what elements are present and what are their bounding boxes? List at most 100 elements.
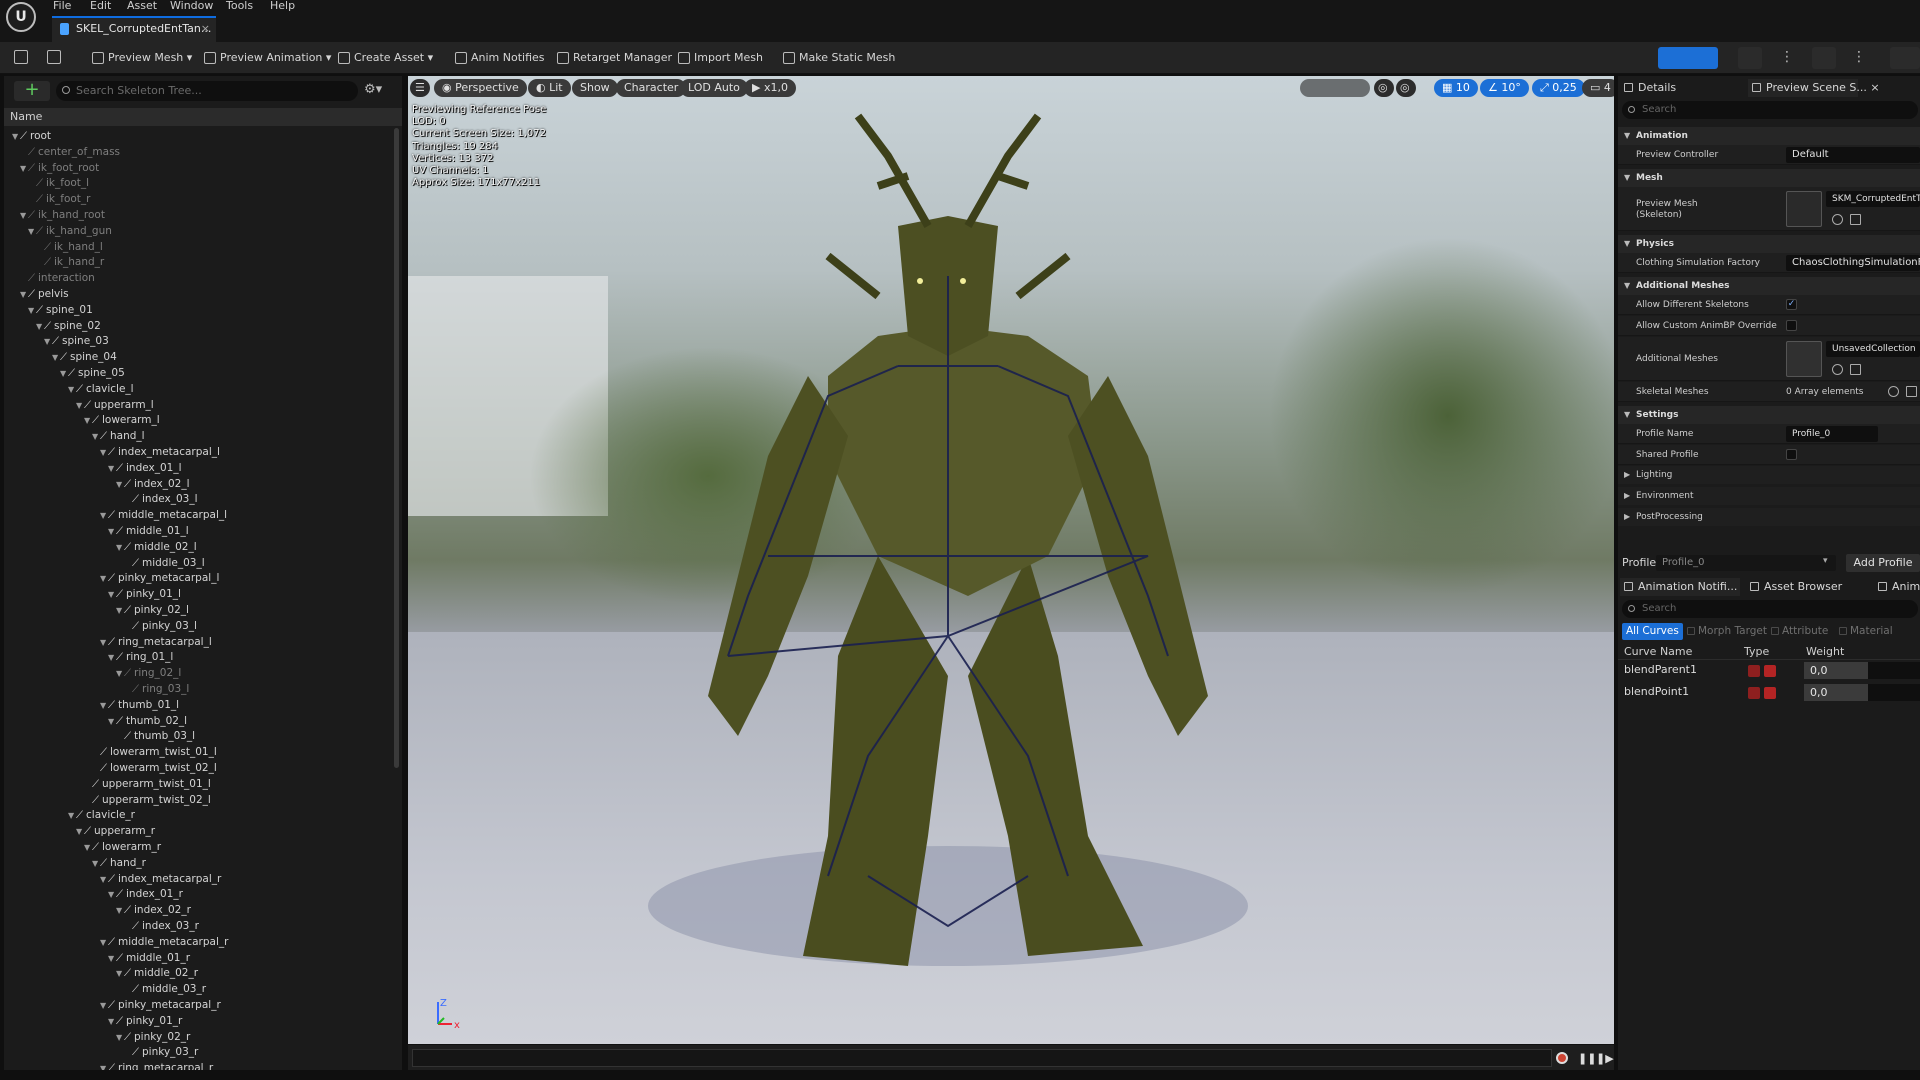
bone-row[interactable]: ▼ ⟋ middle_02_l xyxy=(116,539,197,555)
camera-speed-button[interactable]: ▭ 4 xyxy=(1582,79,1614,97)
chevron-down-icon[interactable]: ▼ xyxy=(52,350,60,366)
preview-controller-select[interactable]: Default xyxy=(1786,147,1920,163)
preview-animation-button[interactable]: Preview Animation ▾ xyxy=(202,48,331,68)
timeline-scrubber[interactable] xyxy=(412,1049,1552,1067)
retarget-manager-button[interactable]: Retarget Manager xyxy=(555,48,672,68)
reset-icon[interactable] xyxy=(1832,364,1843,375)
bone-row[interactable]: ▼ ⟋ clavicle_r xyxy=(68,807,135,823)
preview-viewport[interactable]: ☰ ◉ Perspective ◐ Lit Show Character LOD… xyxy=(408,76,1614,1044)
bone-row[interactable]: ▼ ⟋ index_metacarpal_r xyxy=(100,871,221,887)
create-asset-button[interactable]: Create Asset ▾ xyxy=(336,48,433,68)
category-environment[interactable]: ▶ Environment xyxy=(1618,487,1920,505)
bone-row[interactable]: ⟋ upperarm_twist_01_l xyxy=(84,776,211,792)
curves-search-input[interactable]: Search xyxy=(1622,600,1918,618)
unreal-logo[interactable]: U xyxy=(6,2,36,32)
bone-row[interactable]: ⟋ lowerarm_twist_02_l xyxy=(92,760,217,776)
chevron-down-icon[interactable]: ▼ xyxy=(108,714,116,730)
more-options-icon[interactable]: ⋮ xyxy=(1780,50,1794,64)
details-search-input[interactable]: Search xyxy=(1622,101,1918,119)
tab-preview-scene[interactable]: Preview Scene S... × xyxy=(1748,79,1880,97)
collection-thumbnail[interactable] xyxy=(1786,341,1822,377)
shared-profile-checkbox[interactable] xyxy=(1786,449,1797,460)
chevron-down-icon[interactable]: ▼ xyxy=(36,319,44,335)
bone-row[interactable]: ⟋ middle_03_l xyxy=(124,555,205,571)
filter-attribute[interactable]: Attribute xyxy=(1768,623,1832,640)
tab-anim[interactable]: Anim xyxy=(1874,578,1920,596)
skeleton-mode-button[interactable] xyxy=(1658,47,1718,69)
bone-row[interactable]: ▼ ⟋ pinky_01_l xyxy=(108,586,181,602)
step-forward-icon[interactable]: ❚▶ xyxy=(1596,1052,1614,1065)
bone-row[interactable]: ▼ ⟋ spine_01 xyxy=(28,302,93,318)
chevron-down-icon[interactable]: ▼ xyxy=(108,887,116,903)
allow-custom-animbp-checkbox[interactable] xyxy=(1786,320,1797,331)
mesh-thumbnail[interactable] xyxy=(1786,191,1822,227)
bone-row[interactable]: ▼ ⟋ ik_foot_root xyxy=(20,160,99,176)
close-icon[interactable]: × xyxy=(201,18,210,40)
chevron-down-icon[interactable]: ▼ xyxy=(76,824,84,840)
category-mesh[interactable]: ▼ Mesh xyxy=(1618,169,1920,187)
bone-row[interactable]: ▼ ⟋ pinky_metacarpal_l xyxy=(100,570,219,586)
category-lighting[interactable]: ▶ Lighting xyxy=(1618,466,1920,484)
chevron-down-icon[interactable]: ▼ xyxy=(108,587,116,603)
menu-edit[interactable]: Edit xyxy=(90,0,111,12)
col-curve-name[interactable]: Curve Name xyxy=(1624,645,1692,658)
bone-row[interactable]: ▼ ⟋ hand_r xyxy=(92,855,146,871)
bone-row[interactable]: ▼ ⟋ index_metacarpal_l xyxy=(100,444,220,460)
chevron-down-icon[interactable]: ▼ xyxy=(116,1030,124,1046)
bone-row[interactable]: ⟋ ik_hand_r xyxy=(36,254,104,270)
pause-icon[interactable]: ❚❚ xyxy=(1578,1052,1596,1065)
scale-snap-button[interactable]: ⤢ 0,25 xyxy=(1532,79,1585,97)
category-postprocessing[interactable]: ▶ PostProcessing xyxy=(1618,508,1920,526)
chevron-down-icon[interactable]: ▼ xyxy=(100,998,108,1014)
bone-row[interactable]: ▼ ⟋ ring_01_l xyxy=(108,649,173,665)
bone-row[interactable]: ▼ ⟋ pinky_02_r xyxy=(116,1029,190,1045)
chevron-down-icon[interactable]: ▼ xyxy=(68,808,76,824)
profile-select[interactable]: Profile_0 xyxy=(1656,555,1836,571)
chevron-down-icon[interactable]: ▼ xyxy=(92,856,100,872)
chevron-down-icon[interactable]: ▼ xyxy=(60,366,68,382)
bone-row[interactable]: ▼ ⟋ index_01_r xyxy=(108,886,183,902)
menu-window[interactable]: Window xyxy=(170,0,213,12)
chevron-down-icon[interactable]: ▼ xyxy=(108,1014,116,1030)
bone-row[interactable]: ⟋ lowerarm_twist_01_l xyxy=(92,744,217,760)
chevron-down-icon[interactable]: ▼ xyxy=(100,571,108,587)
lod-button[interactable]: LOD Auto xyxy=(680,79,748,97)
clothing-factory-select[interactable]: ChaosClothingSimulationFa xyxy=(1786,255,1920,271)
menu-file[interactable]: File xyxy=(53,0,71,12)
category-settings[interactable]: ▼ Settings xyxy=(1618,406,1920,424)
surface-snap-icon[interactable]: ◎ xyxy=(1396,79,1416,97)
bone-row[interactable]: ▼ ⟋ thumb_02_l xyxy=(108,713,187,729)
bone-row[interactable]: ▼ ⟋ index_01_l xyxy=(108,460,182,476)
import-mesh-button[interactable]: Import Mesh xyxy=(676,48,763,68)
chevron-down-icon[interactable]: ▼ xyxy=(68,382,76,398)
animation-mode-button[interactable] xyxy=(1812,47,1836,69)
chevron-down-icon[interactable]: ▼ xyxy=(92,429,100,445)
bone-row[interactable]: ▼ ⟋ spine_04 xyxy=(52,349,117,365)
chevron-down-icon[interactable]: ▼ xyxy=(28,303,36,319)
bone-row[interactable]: ▼ ⟋ lowerarm_l xyxy=(84,412,160,428)
curve-type-icon[interactable] xyxy=(1748,687,1760,699)
chevron-down-icon[interactable]: ▼ xyxy=(100,935,108,951)
save-icon[interactable] xyxy=(14,50,28,64)
bone-row[interactable]: ▼ ⟋ ring_metacarpal_r xyxy=(100,1060,213,1070)
menu-help[interactable]: Help xyxy=(270,0,295,12)
menu-asset[interactable]: Asset xyxy=(127,0,157,12)
chevron-down-icon[interactable]: ▼ xyxy=(20,161,28,177)
browse-asset-icon[interactable] xyxy=(47,50,61,64)
bone-row[interactable]: ▼ ⟋ ik_hand_gun xyxy=(28,223,112,239)
filter-all-curves[interactable]: All Curves xyxy=(1622,623,1683,640)
browse-icon[interactable] xyxy=(1850,214,1861,225)
view-mode-button[interactable]: ◐ Lit xyxy=(528,79,571,97)
add-socket-button[interactable]: + xyxy=(14,81,50,101)
bone-row[interactable]: ▼ ⟋ middle_metacarpal_l xyxy=(100,507,227,523)
preview-mesh-button[interactable]: Preview Mesh ▾ xyxy=(90,48,192,68)
chevron-down-icon[interactable]: ▼ xyxy=(116,966,124,982)
bone-row[interactable]: ⟋ pinky_03_r xyxy=(124,1044,198,1060)
category-physics[interactable]: ▼ Physics xyxy=(1618,235,1920,253)
bone-row[interactable]: ▼ ⟋ ring_metacarpal_l xyxy=(100,634,212,650)
scrollbar[interactable] xyxy=(394,128,399,768)
playback-speed-button[interactable]: ▶ x1,0 xyxy=(744,79,796,97)
material-curve-icon[interactable] xyxy=(1764,665,1776,677)
bone-row[interactable]: ▼ ⟋ middle_01_l xyxy=(108,523,189,539)
bone-row[interactable]: ▼ ⟋ clavicle_l xyxy=(68,381,134,397)
